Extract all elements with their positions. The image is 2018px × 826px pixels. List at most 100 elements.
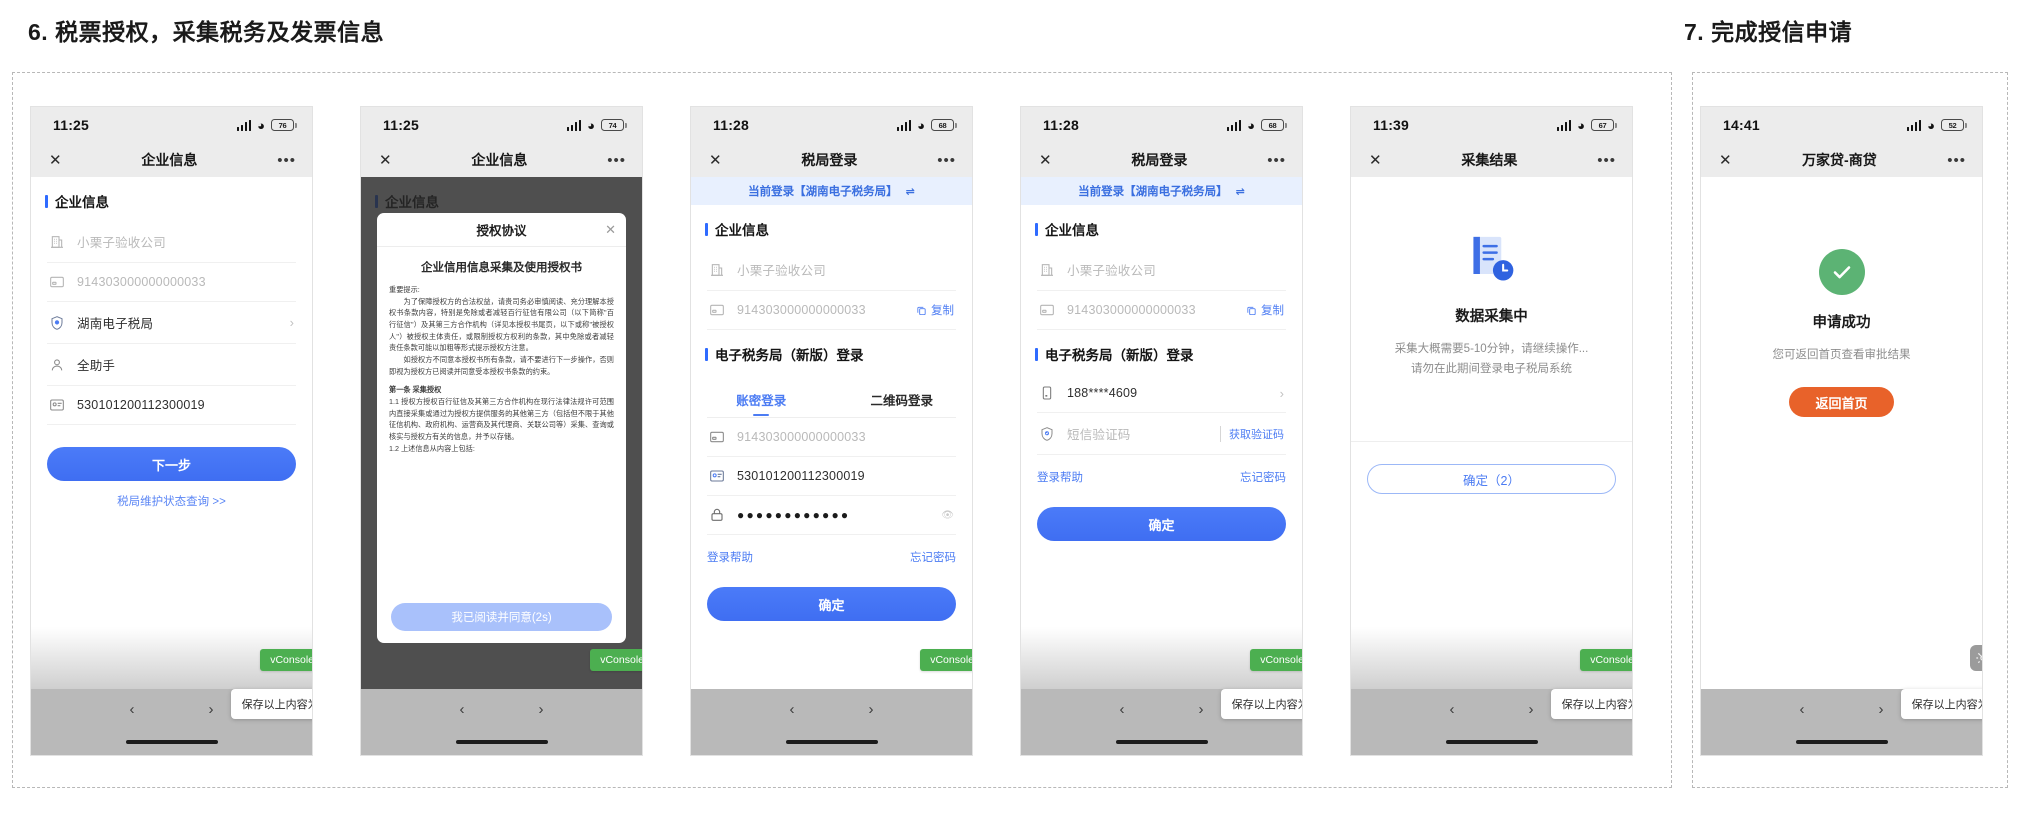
back-button[interactable]: ‹: [460, 701, 465, 718]
section-header-login: 电子税务局（新版）登录: [691, 330, 972, 374]
back-button[interactable]: ‹: [130, 701, 135, 718]
forgot-password-link[interactable]: 忘记密码: [1240, 469, 1286, 485]
back-button[interactable]: ‹: [1450, 701, 1455, 718]
forward-button[interactable]: ›: [539, 701, 544, 718]
login-help-link[interactable]: 登录帮助: [1037, 469, 1083, 485]
card-icon: [50, 276, 64, 288]
close-icon[interactable]: ✕: [379, 153, 392, 168]
field-company-name: 小栗子验收公司: [1037, 249, 1286, 291]
save-as-image-label: 保存以上内容为图片: [1561, 699, 1632, 711]
tab-qrcode-login[interactable]: 二维码登录: [832, 380, 973, 417]
input-credit-code[interactable]: 914303000000000033: [707, 418, 956, 457]
more-icon[interactable]: •••: [277, 153, 296, 168]
eye-toggle-icon[interactable]: 👁: [941, 510, 954, 521]
settings-gear-button[interactable]: [1970, 645, 1982, 671]
save-as-image-tooltip[interactable]: 保存以上内容为图片 ›: [1220, 689, 1302, 719]
home-indicator: [1795, 740, 1888, 744]
copy-button[interactable]: 复制: [916, 302, 954, 318]
back-button[interactable]: ‹: [1800, 701, 1805, 718]
switch-icon[interactable]: ⇌: [906, 185, 915, 198]
input-sms-code[interactable]: 短信验证码 获取验证码: [1037, 413, 1286, 455]
status-bar: 11:25 ◕ 74: [361, 107, 642, 143]
current-login-banner[interactable]: 当前登录【湖南电子税务局】 ⇌: [691, 177, 972, 205]
nav-bar: ✕ 采集结果 •••: [1351, 143, 1632, 177]
copy-icon: [917, 306, 926, 315]
page-title: 企业信息: [141, 152, 198, 168]
forward-button[interactable]: ›: [1199, 701, 1204, 718]
forward-button[interactable]: ›: [869, 701, 874, 718]
close-icon[interactable]: ✕: [605, 222, 616, 238]
next-step-button[interactable]: 下一步: [47, 447, 296, 481]
save-as-image-tooltip[interactable]: 保存以上内容为图片 ›: [1550, 689, 1632, 719]
status-time: 11:28: [713, 117, 750, 133]
save-as-image-label: 保存以上内容为图片: [241, 699, 312, 711]
battery-level: 74: [608, 120, 617, 130]
current-login-banner[interactable]: 当前登录【湖南电子税务局】 ⇌: [1021, 177, 1302, 205]
save-as-image-tooltip[interactable]: 保存以上内容为图片 ›: [230, 689, 312, 719]
field-company-name[interactable]: 小栗子验收公司: [47, 221, 296, 263]
vconsole-button[interactable]: vConsole: [260, 649, 312, 671]
forgot-password-link[interactable]: 忘记密码: [910, 549, 956, 565]
vconsole-button[interactable]: vConsole: [1250, 649, 1302, 671]
close-icon[interactable]: ✕: [709, 153, 722, 168]
back-button[interactable]: ‹: [790, 701, 795, 718]
forward-button[interactable]: ›: [209, 701, 214, 718]
home-indicator: [1115, 740, 1208, 744]
field-phone-number[interactable]: 188****4609 ›: [1037, 374, 1286, 413]
page-body: 申请成功 您可返回首页查看审批结果 返回首页: [1701, 177, 1982, 755]
more-icon[interactable]: •••: [1947, 153, 1966, 168]
tax-maintenance-link[interactable]: 税局维护状态查询 >>: [31, 493, 312, 509]
battery-level: 52: [1948, 120, 1957, 130]
agree-button[interactable]: 我已阅读并同意(2s): [391, 603, 612, 631]
field-credit-code[interactable]: 914303000000000033: [47, 263, 296, 302]
battery-level: 67: [1598, 120, 1607, 130]
wifi-icon: ◕: [257, 117, 265, 133]
authorization-agreement-dialog: 授权协议 ✕ 企业信用信息采集及使用授权书 重要提示: 为了保障授权方的合法权益…: [377, 213, 626, 643]
shield-icon: [51, 315, 63, 330]
login-tabs: 账密登录 二维码登录: [691, 380, 972, 417]
forward-button[interactable]: ›: [1879, 701, 1884, 718]
get-code-button[interactable]: 获取验证码: [1220, 425, 1284, 442]
field-agent[interactable]: 全助手: [47, 344, 296, 386]
vconsole-button[interactable]: vConsole: [590, 649, 642, 671]
save-as-image-tooltip[interactable]: 保存以上内容为图片 ›: [1900, 689, 1982, 719]
battery-icon: 68: [1261, 119, 1287, 131]
back-to-home-button[interactable]: 返回首页: [1789, 387, 1894, 418]
battery-icon: 67: [1591, 119, 1617, 131]
battery-level: 68: [1268, 120, 1277, 130]
current-login-text: 当前登录【湖南电子税务局】: [1078, 186, 1228, 198]
building-icon: [1041, 263, 1053, 276]
close-icon[interactable]: ✕: [1039, 153, 1052, 168]
vconsole-button[interactable]: vConsole: [1580, 649, 1632, 671]
dialog-body[interactable]: 企业信用信息采集及使用授权书 重要提示: 为了保障授权方的合法权益，请贵司务必审…: [377, 247, 626, 595]
vconsole-button[interactable]: vConsole: [920, 649, 972, 671]
battery-level: 76: [278, 120, 287, 130]
input-password[interactable]: ●●●●●●●●●●●● 👁: [707, 496, 956, 535]
input-placeholder: 短信验证码: [1067, 428, 1131, 442]
home-indicator: [455, 740, 548, 744]
more-icon[interactable]: •••: [937, 153, 956, 168]
phone-icon: [1042, 386, 1052, 400]
confirm-countdown-button[interactable]: 确定（2）: [1367, 464, 1616, 495]
back-button[interactable]: ‹: [1120, 701, 1125, 718]
more-icon[interactable]: •••: [1597, 153, 1616, 168]
confirm-button[interactable]: 确定: [707, 587, 956, 621]
close-icon[interactable]: ✕: [49, 153, 62, 168]
switch-icon[interactable]: ⇌: [1236, 185, 1245, 198]
close-icon[interactable]: ✕: [1369, 153, 1382, 168]
cellular-signal-icon: [1226, 119, 1242, 131]
field-tax-bureau[interactable]: 湖南电子税局 ›: [47, 302, 296, 344]
tab-password-login[interactable]: 账密登录: [691, 380, 832, 417]
field-id-number[interactable]: 530101200112300019: [47, 386, 296, 425]
close-icon[interactable]: ✕: [1719, 153, 1732, 168]
login-help-link[interactable]: 登录帮助: [707, 549, 753, 565]
step-6-title: 6. 税票授权，采集税务及发票信息: [28, 19, 385, 45]
copy-button[interactable]: 复制: [1246, 302, 1284, 318]
more-icon[interactable]: •••: [607, 153, 626, 168]
wifi-icon: ◕: [1577, 117, 1585, 133]
more-icon[interactable]: •••: [1267, 153, 1286, 168]
input-id-number[interactable]: 530101200112300019: [707, 457, 956, 496]
browser-toolbar: ‹ ›: [691, 689, 972, 755]
forward-button[interactable]: ›: [1529, 701, 1534, 718]
confirm-button[interactable]: 确定: [1037, 507, 1286, 541]
